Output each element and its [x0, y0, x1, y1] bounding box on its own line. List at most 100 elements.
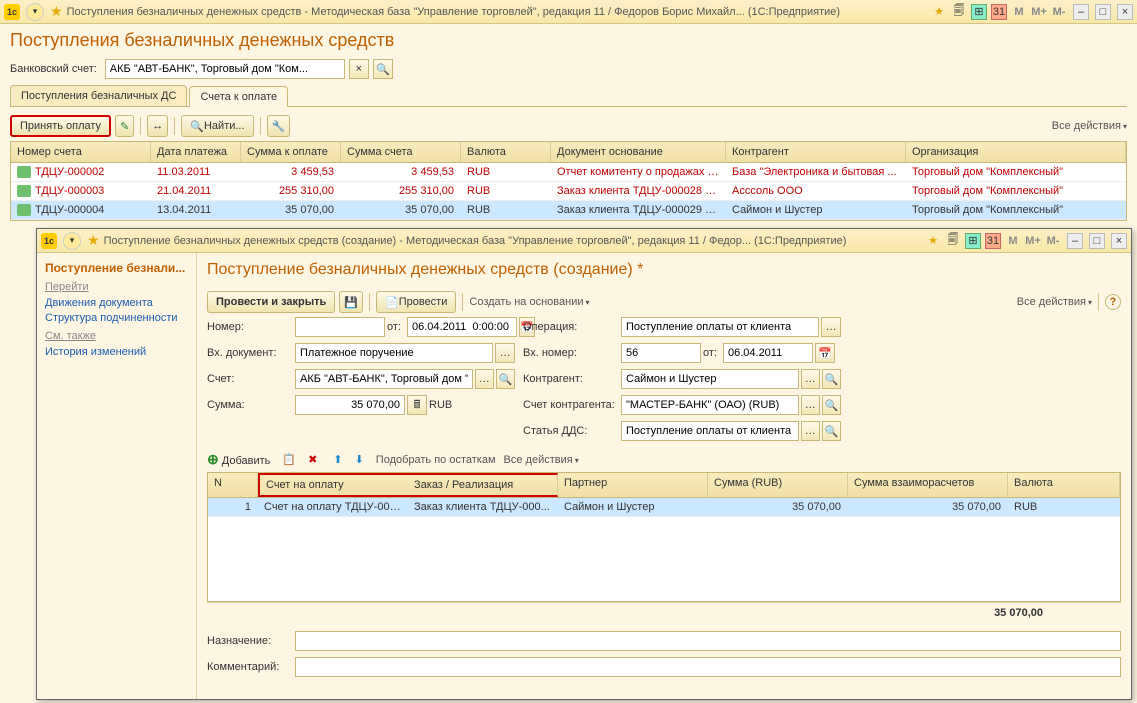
lookup-button[interactable]: 🔍	[373, 59, 393, 79]
maximize-button[interactable]: □	[1095, 4, 1111, 20]
lookup-button[interactable]: 🔍	[822, 395, 841, 415]
col-counterparty[interactable]: Контрагент	[726, 142, 906, 162]
copy-icon[interactable]: 📋	[278, 453, 300, 466]
m-plus-button[interactable]: M+	[1031, 4, 1047, 20]
account-input[interactable]	[295, 369, 473, 389]
move-up-icon[interactable]: ⬆	[329, 453, 346, 466]
calc-icon[interactable]: ⊞	[965, 233, 981, 249]
ctr-account-input[interactable]	[621, 395, 799, 415]
operation-input[interactable]	[621, 317, 819, 337]
counterparty-input[interactable]	[621, 369, 799, 389]
delete-icon[interactable]: ✖	[304, 453, 321, 466]
move-down-icon[interactable]: ⬇	[351, 453, 368, 466]
m-minus-button[interactable]: M-	[1051, 4, 1067, 20]
col-sum[interactable]: Сумма (RUB)	[708, 473, 848, 497]
m-plus-button[interactable]: M+	[1025, 233, 1041, 249]
tab-receipts[interactable]: Поступления безналичных ДС	[10, 85, 187, 106]
col-n[interactable]: N	[208, 473, 258, 497]
favorite-icon[interactable]: ★	[50, 3, 63, 20]
select-button[interactable]: …	[821, 317, 841, 337]
col-amount-pay[interactable]: Сумма к оплате	[241, 142, 341, 162]
lookup-button[interactable]: 🔍	[822, 369, 841, 389]
col-invoice[interactable]: Счет на оплату	[258, 473, 408, 497]
comment-input[interactable]	[295, 657, 1121, 677]
ctr-account-label: Счет контрагента:	[523, 399, 609, 411]
fav-star-icon[interactable]: ★	[925, 233, 941, 249]
close-button[interactable]: ×	[1111, 233, 1127, 249]
nav-structure[interactable]: Структура подчиненности	[45, 312, 188, 324]
nav-back-button[interactable]: ▾	[26, 3, 44, 21]
find-button[interactable]: 🔍 Найти...	[181, 115, 253, 137]
m-minus-button[interactable]: M-	[1045, 233, 1061, 249]
doc-status-icon	[17, 166, 31, 178]
nav-history[interactable]: История изменений	[45, 346, 188, 358]
calendar-icon[interactable]: 📅	[815, 343, 835, 363]
col-date[interactable]: Дата платежа	[151, 142, 241, 162]
calendar-icon[interactable]: 31	[985, 233, 1001, 249]
help-icon[interactable]: ?	[1105, 294, 1121, 310]
col-basis[interactable]: Документ основание	[551, 142, 726, 162]
calc-icon[interactable]: ⊞	[971, 4, 987, 20]
tool-icon[interactable]: 🗐	[945, 233, 961, 249]
lookup-button[interactable]: 🔍	[496, 369, 515, 389]
settings-icon[interactable]: 🔧	[267, 115, 291, 137]
post-close-button[interactable]: Провести и закрыть	[207, 291, 335, 313]
col-cur[interactable]: Валюта	[1008, 473, 1120, 497]
col-sum2[interactable]: Сумма взаиморасчетов	[848, 473, 1008, 497]
maximize-button[interactable]: □	[1089, 233, 1105, 249]
select-button[interactable]: …	[495, 343, 515, 363]
minimize-button[interactable]: –	[1067, 233, 1083, 249]
purpose-input[interactable]	[295, 631, 1121, 651]
col-partner[interactable]: Партнер	[558, 473, 708, 497]
select-button[interactable]: …	[801, 421, 820, 441]
number-input[interactable]	[295, 317, 385, 337]
date-input[interactable]	[407, 317, 517, 337]
col-currency[interactable]: Валюта	[461, 142, 551, 162]
col-amount-inv[interactable]: Сумма счета	[341, 142, 461, 162]
table-row[interactable]: ТДЦУ-00000321.04.2011255 310,00255 310,0…	[11, 182, 1126, 201]
save-icon[interactable]: 💾	[339, 291, 363, 313]
nav-back-button[interactable]: ▾	[63, 232, 81, 250]
in-date-input[interactable]	[723, 343, 813, 363]
minimize-button[interactable]: –	[1073, 4, 1089, 20]
col-order[interactable]: Заказ / Реализация	[408, 473, 558, 497]
accept-payment-button[interactable]: Принять оплату	[10, 115, 111, 137]
lookup-button[interactable]: 🔍	[822, 421, 841, 441]
all-actions-menu[interactable]: Все действия▾	[1017, 296, 1092, 308]
select-button[interactable]: …	[475, 369, 494, 389]
dds-input[interactable]	[621, 421, 799, 441]
select-button[interactable]: …	[801, 369, 820, 389]
calc-icon[interactable]: 🖩	[407, 395, 427, 415]
m-button[interactable]: M	[1005, 233, 1021, 249]
edit-icon[interactable]: ✎	[115, 115, 134, 137]
operation-label: Операция:	[523, 321, 609, 333]
fav-star-icon[interactable]: ★	[931, 4, 947, 20]
all-actions-menu[interactable]: Все действия▾	[1052, 120, 1127, 132]
pick-remains-button[interactable]: Подобрать по остаткам	[376, 454, 496, 466]
create-based-menu[interactable]: Создать на основании▾	[469, 296, 589, 308]
bank-account-input[interactable]	[105, 59, 345, 79]
m-button[interactable]: M	[1011, 4, 1027, 20]
nav-movements[interactable]: Движения документа	[45, 297, 188, 309]
refresh-icon[interactable]: ↔	[147, 115, 168, 137]
table-row[interactable]: ТДЦУ-00000211.03.20113 459,533 459,53RUB…	[11, 163, 1126, 182]
add-row-button[interactable]: ⊕ Добавить	[207, 451, 270, 468]
col-number[interactable]: Номер счета	[11, 142, 151, 162]
post-button[interactable]: 📄 Провести	[376, 291, 456, 313]
tab-invoices[interactable]: Счета к оплате	[189, 86, 288, 107]
in-doc-input[interactable]	[295, 343, 493, 363]
clear-button[interactable]: ×	[349, 59, 369, 79]
select-button[interactable]: …	[801, 395, 820, 415]
table-row[interactable]: ТДЦУ-00000413.04.201135 070,0035 070,00R…	[11, 201, 1126, 220]
in-num-input[interactable]	[621, 343, 701, 363]
col-org[interactable]: Организация	[906, 142, 1126, 162]
nav-goto-section: Перейти	[45, 281, 188, 293]
amount-input[interactable]	[295, 395, 405, 415]
all-actions-menu[interactable]: Все действия▾	[504, 454, 579, 466]
table-row[interactable]: 1 Счет на оплату ТДЦУ-000... Заказ клиен…	[208, 498, 1120, 517]
in-doc-label: Вх. документ:	[207, 347, 283, 359]
calendar-icon[interactable]: 31	[991, 4, 1007, 20]
close-button[interactable]: ×	[1117, 4, 1133, 20]
favorite-icon[interactable]: ★	[87, 232, 100, 249]
tool-icon[interactable]: 🗐	[951, 4, 967, 20]
